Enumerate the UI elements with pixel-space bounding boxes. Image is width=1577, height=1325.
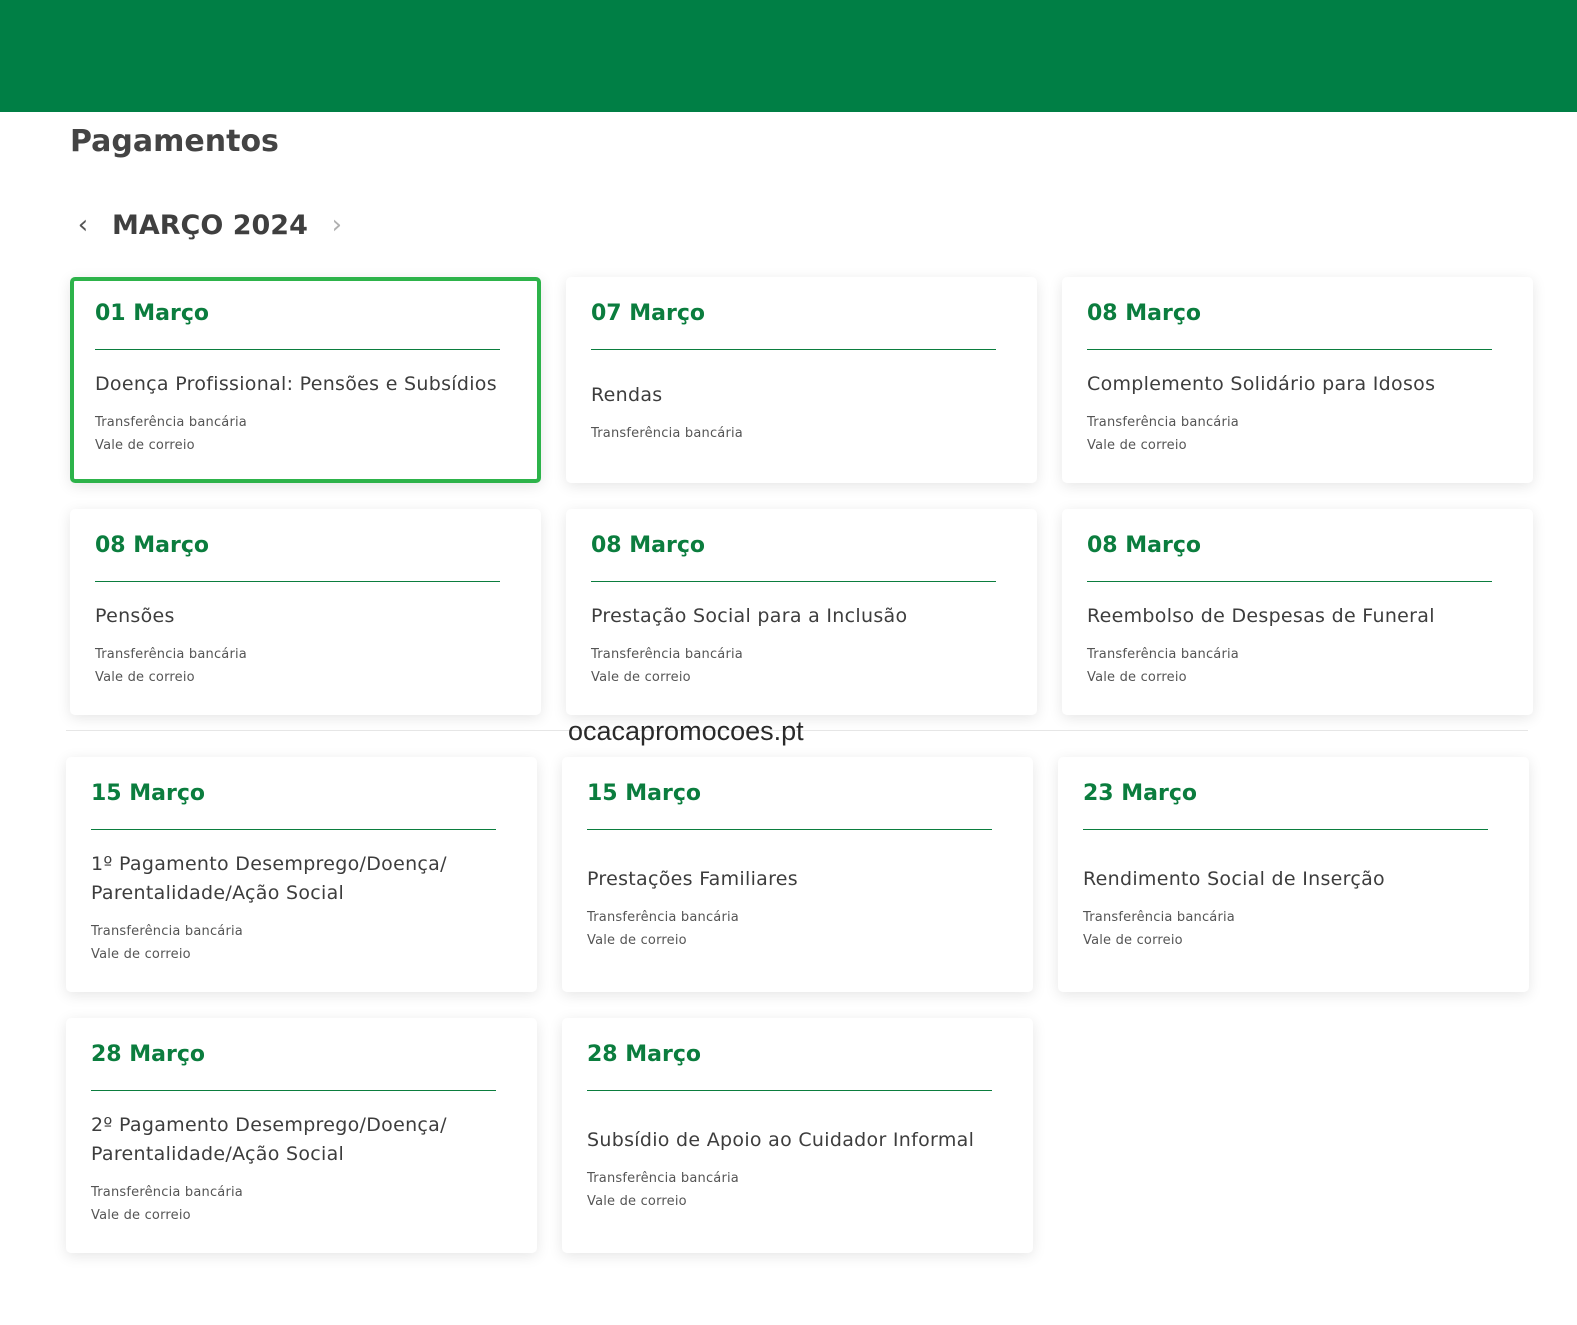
payment-methods: Transferência bancária Vale de correio bbox=[95, 643, 516, 689]
payment-card[interactable]: 08 Março Complemento Solidário para Idos… bbox=[1062, 277, 1533, 483]
payment-date: 08 Março bbox=[1087, 301, 1202, 326]
payment-date: 01 Março bbox=[95, 301, 210, 326]
payment-method: Vale de correio bbox=[587, 1193, 687, 1209]
payment-name: Reembolso de Despesas de Funeral bbox=[1087, 604, 1435, 627]
payment-method: Transferência bancária bbox=[1087, 414, 1239, 430]
payment-date: 08 Março bbox=[95, 533, 210, 558]
payment-card[interactable]: 08 Março Reembolso de Despesas de Funera… bbox=[1062, 509, 1533, 715]
payment-method: Transferência bancária bbox=[95, 646, 247, 662]
payment-card[interactable]: 08 Março Pensões Transferência bancária … bbox=[70, 509, 541, 715]
payment-name: Rendas bbox=[591, 384, 663, 406]
payment-methods: Transferência bancária Vale de correio bbox=[91, 1181, 512, 1227]
payment-method: Transferência bancária bbox=[1083, 909, 1235, 925]
payment-name: Pensões bbox=[95, 604, 175, 627]
page-title: Pagamentos bbox=[70, 124, 279, 159]
payment-name: 1º Pagamento Desemprego/Doença/ Parental… bbox=[91, 853, 447, 904]
top-header-bar bbox=[0, 0, 1577, 112]
payment-name: 2º Pagamento Desemprego/Doença/ Parental… bbox=[91, 1114, 447, 1165]
payment-method: Transferência bancária bbox=[587, 1170, 739, 1186]
payment-card[interactable]: 01 Março Doença Profissional: Pensões e … bbox=[70, 277, 541, 483]
payment-date: 08 Março bbox=[591, 533, 706, 558]
payment-method: Transferência bancária bbox=[587, 909, 739, 925]
payment-name: Subsídio de Apoio ao Cuidador Informal bbox=[587, 1128, 975, 1151]
watermark-text: ocacapromocoes.pt bbox=[568, 716, 804, 746]
payment-name: Prestação Social para a Inclusão bbox=[591, 604, 908, 627]
payment-card[interactable]: 28 Março 2º Pagamento Desemprego/Doença/… bbox=[66, 1018, 537, 1253]
current-month-label: MARÇO 2024 bbox=[112, 209, 308, 241]
payment-method: Vale de correio bbox=[1087, 669, 1187, 685]
payment-method: Transferência bancária bbox=[591, 426, 743, 441]
payment-name: Rendimento Social de Inserção bbox=[1083, 867, 1385, 890]
payment-method: Vale de correio bbox=[591, 669, 691, 685]
payment-card[interactable]: 15 Março Prestações Familiares Transferê… bbox=[562, 757, 1033, 992]
payment-method: Vale de correio bbox=[587, 932, 687, 948]
payment-card[interactable]: 23 Março Rendimento Social de Inserção T… bbox=[1058, 757, 1529, 992]
payment-card[interactable]: 07 Março Rendas Transferência bancária bbox=[566, 277, 1037, 483]
payment-date: 28 Março bbox=[91, 1042, 206, 1067]
payment-name: Doença Profissional: Pensões e Subsídios bbox=[95, 372, 497, 395]
payment-date: 28 Março bbox=[587, 1042, 702, 1067]
payment-date: 23 Março bbox=[1083, 781, 1198, 806]
payment-method: Transferência bancária bbox=[91, 1185, 243, 1200]
payment-date: 08 Março bbox=[1087, 533, 1202, 558]
payment-name: Complemento Solidário para Idosos bbox=[1087, 372, 1436, 395]
payment-methods: Transferência bancária Vale de correio bbox=[591, 643, 1012, 689]
payment-card[interactable]: 28 Março Subsídio de Apoio ao Cuidador I… bbox=[562, 1018, 1033, 1253]
payment-method: Transferência bancária bbox=[95, 414, 247, 430]
payment-methods: Transferência bancária Vale de correio bbox=[91, 920, 512, 966]
month-navigation: ‹ MARÇO 2024 › bbox=[70, 205, 350, 245]
payment-method: Vale de correio bbox=[91, 947, 191, 962]
payment-method: Vale de correio bbox=[1083, 932, 1183, 948]
payment-methods: Transferência bancária Vale de correio bbox=[95, 411, 516, 457]
payment-method: Vale de correio bbox=[91, 1208, 191, 1223]
payment-methods: Transferência bancária Vale de correio bbox=[1087, 411, 1508, 457]
payment-method: Vale de correio bbox=[95, 669, 195, 685]
payment-methods: Transferência bancária bbox=[591, 422, 1012, 445]
chevron-left-icon[interactable]: ‹ bbox=[70, 207, 96, 243]
payment-method: Transferência bancária bbox=[91, 924, 243, 939]
payment-methods: Transferência bancária Vale de correio bbox=[587, 906, 1008, 952]
payment-card[interactable]: 15 Março 1º Pagamento Desemprego/Doença/… bbox=[66, 757, 537, 992]
payment-date: 15 Março bbox=[587, 781, 702, 806]
payment-methods: Transferência bancária Vale de correio bbox=[1083, 906, 1504, 952]
payment-name: Prestações Familiares bbox=[587, 867, 798, 890]
payment-card[interactable]: 08 Março Prestação Social para a Inclusã… bbox=[566, 509, 1037, 715]
payment-methods: Transferência bancária Vale de correio bbox=[587, 1167, 1008, 1213]
payment-method: Vale de correio bbox=[1087, 437, 1187, 453]
chevron-right-icon[interactable]: › bbox=[324, 207, 350, 243]
payment-date: 15 Março bbox=[91, 781, 206, 806]
payment-date: 07 Março bbox=[591, 301, 706, 326]
payment-methods: Transferência bancária Vale de correio bbox=[1087, 643, 1508, 689]
payment-method: Vale de correio bbox=[95, 437, 195, 453]
payment-method: Transferência bancária bbox=[591, 646, 743, 662]
payment-method: Transferência bancária bbox=[1087, 646, 1239, 662]
